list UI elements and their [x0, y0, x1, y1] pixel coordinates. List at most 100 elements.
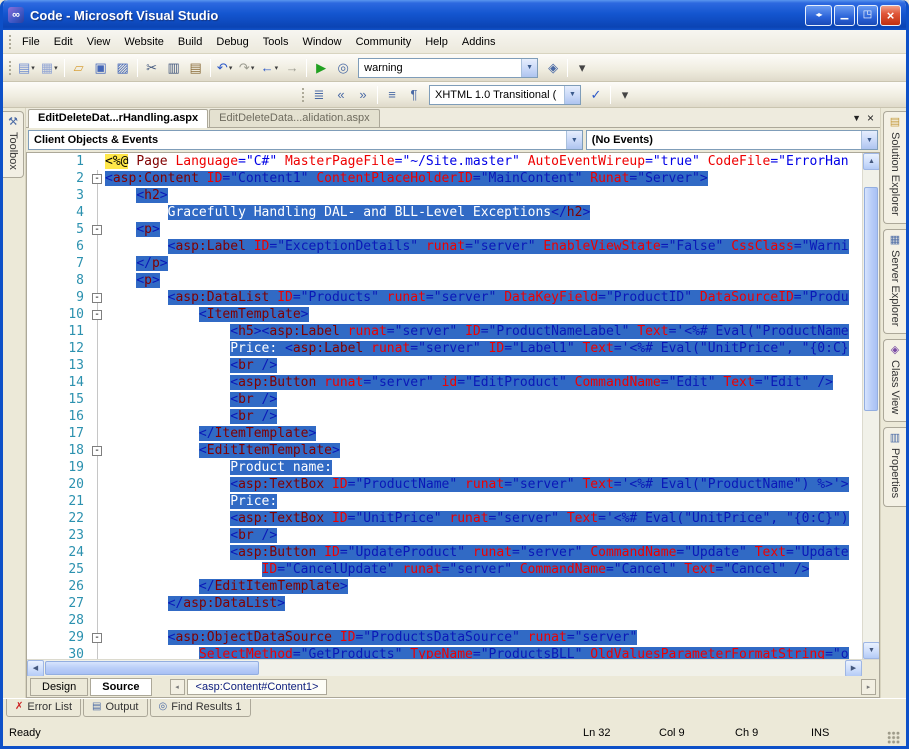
scroll-down-icon[interactable]: ▼: [863, 642, 879, 659]
menu-item-addins[interactable]: Addins: [455, 32, 503, 52]
code-line[interactable]: 18- <EditItemTemplate>: [27, 442, 862, 459]
event-combo-dropdown-icon[interactable]: ▼: [861, 131, 877, 149]
code-line[interactable]: 20 <asp:TextBox ID="ProductName" runat="…: [27, 476, 862, 493]
fold-toggle[interactable]: -: [91, 221, 105, 238]
document-tab[interactable]: EditDeleteDat...rHandling.aspx: [28, 109, 209, 128]
code-line[interactable]: 5- <p>: [27, 221, 862, 238]
vertical-scroll-track[interactable]: [863, 170, 879, 642]
tab-class-view[interactable]: ◈ Class View: [883, 339, 906, 423]
code-line[interactable]: 27 </asp:DataList>: [27, 595, 862, 612]
code-line[interactable]: 8 <p>: [27, 272, 862, 289]
code-line[interactable]: 3 <h2>: [27, 187, 862, 204]
toolbar-options-icon[interactable]: ▾: [571, 57, 593, 79]
find-combo-dropdown-icon[interactable]: ▼: [521, 58, 538, 77]
code-line[interactable]: 12 Price: <asp:Label runat="server" ID="…: [27, 340, 862, 357]
dropdown-arrow-icon[interactable]: ▾: [229, 64, 233, 72]
find-symbol-icon[interactable]: ◈: [542, 57, 564, 79]
event-combo[interactable]: (No Events) ▼: [585, 130, 878, 150]
dropdown-arrow-icon[interactable]: ▾: [275, 64, 279, 72]
undo-icon[interactable]: ↶ ▾: [214, 57, 236, 79]
tab-server-explorer[interactable]: ▦ Server Explorer: [883, 228, 906, 335]
menu-item-tools[interactable]: Tools: [256, 32, 296, 52]
menu-item-file[interactable]: File: [15, 32, 47, 52]
collapse-icon[interactable]: -: [92, 310, 102, 320]
code-line[interactable]: 24 <asp:Button ID="UpdateProduct" runat=…: [27, 544, 862, 561]
menu-item-help[interactable]: Help: [418, 32, 455, 52]
scroll-right-icon[interactable]: ▶: [845, 660, 862, 677]
code-line[interactable]: 25 ID="CancelUpdate" runat="server" Comm…: [27, 561, 862, 578]
decrease-indent-icon[interactable]: «: [330, 84, 352, 106]
dropdown-arrow-icon[interactable]: ▾: [31, 64, 35, 72]
tab-properties[interactable]: ▥ Properties: [883, 427, 906, 507]
code-line[interactable]: 9- <asp:DataList ID="Products" runat="se…: [27, 289, 862, 306]
code-line[interactable]: 29- <asp:ObjectDataSource ID="ProductsDa…: [27, 629, 862, 646]
menu-item-build[interactable]: Build: [171, 32, 209, 52]
code-line[interactable]: 15 <br />: [27, 391, 862, 408]
scroll-left-icon[interactable]: ◀: [27, 660, 44, 677]
collapse-icon[interactable]: -: [92, 225, 102, 235]
code-line[interactable]: 2- <asp:Content ID="Content1" ContentPlac…: [27, 170, 862, 187]
minimize-button[interactable]: ▁: [834, 4, 855, 26]
check-page-validity-icon[interactable]: ✓: [585, 84, 607, 106]
horizontal-scroll-thumb[interactable]: [45, 661, 259, 675]
close-button[interactable]: ×: [880, 4, 901, 26]
code-line[interactable]: 28: [27, 612, 862, 629]
menu-gripper[interactable]: [8, 33, 12, 50]
code-line[interactable]: 13 <br />: [27, 357, 862, 374]
code-line[interactable]: 7 </p>: [27, 255, 862, 272]
dropdown-arrow-icon[interactable]: ▾: [54, 64, 58, 72]
restore-button[interactable]: ◳: [857, 4, 878, 26]
paste-icon[interactable]: ▤: [185, 57, 207, 79]
fold-toggle[interactable]: -: [91, 306, 105, 323]
html-toolbar-gripper[interactable]: [301, 86, 305, 103]
code-line[interactable]: 14 <asp:Button runat="server" id="EditPr…: [27, 374, 862, 391]
code-line[interactable]: 17 </ItemTemplate>: [27, 425, 862, 442]
object-combo[interactable]: Client Objects & Events ▼: [28, 130, 583, 150]
vertical-scrollbar[interactable]: ▲ ▼: [862, 153, 879, 659]
tag-navigator-right-icon[interactable]: ▸: [861, 678, 876, 695]
toolbar-gripper[interactable]: [8, 59, 12, 76]
copy-icon[interactable]: ▥: [163, 57, 185, 79]
tab-find-results[interactable]: ◎ Find Results 1: [149, 699, 251, 717]
navigate-forward-icon[interactable]: →: [281, 57, 303, 79]
code-line[interactable]: 30 SelectMethod="GetProducts" TypeName="…: [27, 646, 862, 659]
resize-grip[interactable]: [887, 731, 900, 744]
save-icon[interactable]: ▣: [90, 57, 112, 79]
code-line[interactable]: 11 <h5><asp:Label runat="server" ID="Pro…: [27, 323, 862, 340]
fold-toggle[interactable]: -: [91, 170, 105, 187]
close-document-icon[interactable]: ×: [867, 112, 874, 124]
toolbar-options-icon[interactable]: ▾: [614, 84, 636, 106]
horizontal-scroll-track[interactable]: [44, 660, 845, 676]
find-combo[interactable]: warning ▼: [358, 57, 539, 78]
design-view-button[interactable]: Design: [30, 677, 89, 696]
add-item-icon[interactable]: ▦ ▾: [38, 57, 61, 79]
menu-item-website[interactable]: Website: [117, 32, 171, 52]
code-line[interactable]: 21 Price:: [27, 493, 862, 510]
editor-body[interactable]: 1 <%@ Page Language="C#" MasterPageFile="…: [27, 153, 879, 659]
navigate-backward-icon[interactable]: ← ▾: [258, 57, 282, 79]
dropdown-arrow-icon[interactable]: ▾: [251, 64, 255, 72]
menu-item-view[interactable]: View: [80, 32, 118, 52]
source-view-button[interactable]: Source: [90, 677, 152, 696]
collapse-icon[interactable]: -: [92, 446, 102, 456]
code-line[interactable]: 23 <br />: [27, 527, 862, 544]
code-line[interactable]: 26 </EditItemTemplate>: [27, 578, 862, 595]
fold-toggle[interactable]: -: [91, 289, 105, 306]
format-document-icon[interactable]: ≣: [308, 84, 330, 106]
tag-navigator-left-icon[interactable]: ◂: [169, 678, 185, 695]
collapse-icon[interactable]: -: [92, 174, 102, 184]
doctype-combo[interactable]: XHTML 1.0 Transitional ( ▼: [429, 84, 581, 105]
start-debugging-icon[interactable]: ▶: [310, 57, 332, 79]
code-line[interactable]: 16 <br />: [27, 408, 862, 425]
menu-item-window[interactable]: Window: [295, 32, 348, 52]
open-file-icon[interactable]: ▱: [68, 57, 90, 79]
paragraph-format-icon[interactable]: ¶: [403, 84, 425, 106]
vertical-scroll-thumb[interactable]: [864, 187, 878, 411]
tab-toolbox[interactable]: ⚒ Toolbox: [3, 111, 24, 178]
object-combo-dropdown-icon[interactable]: ▼: [565, 131, 582, 149]
menu-item-community[interactable]: Community: [349, 32, 419, 52]
code-line[interactable]: 10- <ItemTemplate>: [27, 306, 862, 323]
collapse-icon[interactable]: -: [92, 293, 102, 303]
window-arrows-button[interactable]: ◂▸: [805, 4, 832, 26]
collapse-icon[interactable]: -: [92, 633, 102, 643]
